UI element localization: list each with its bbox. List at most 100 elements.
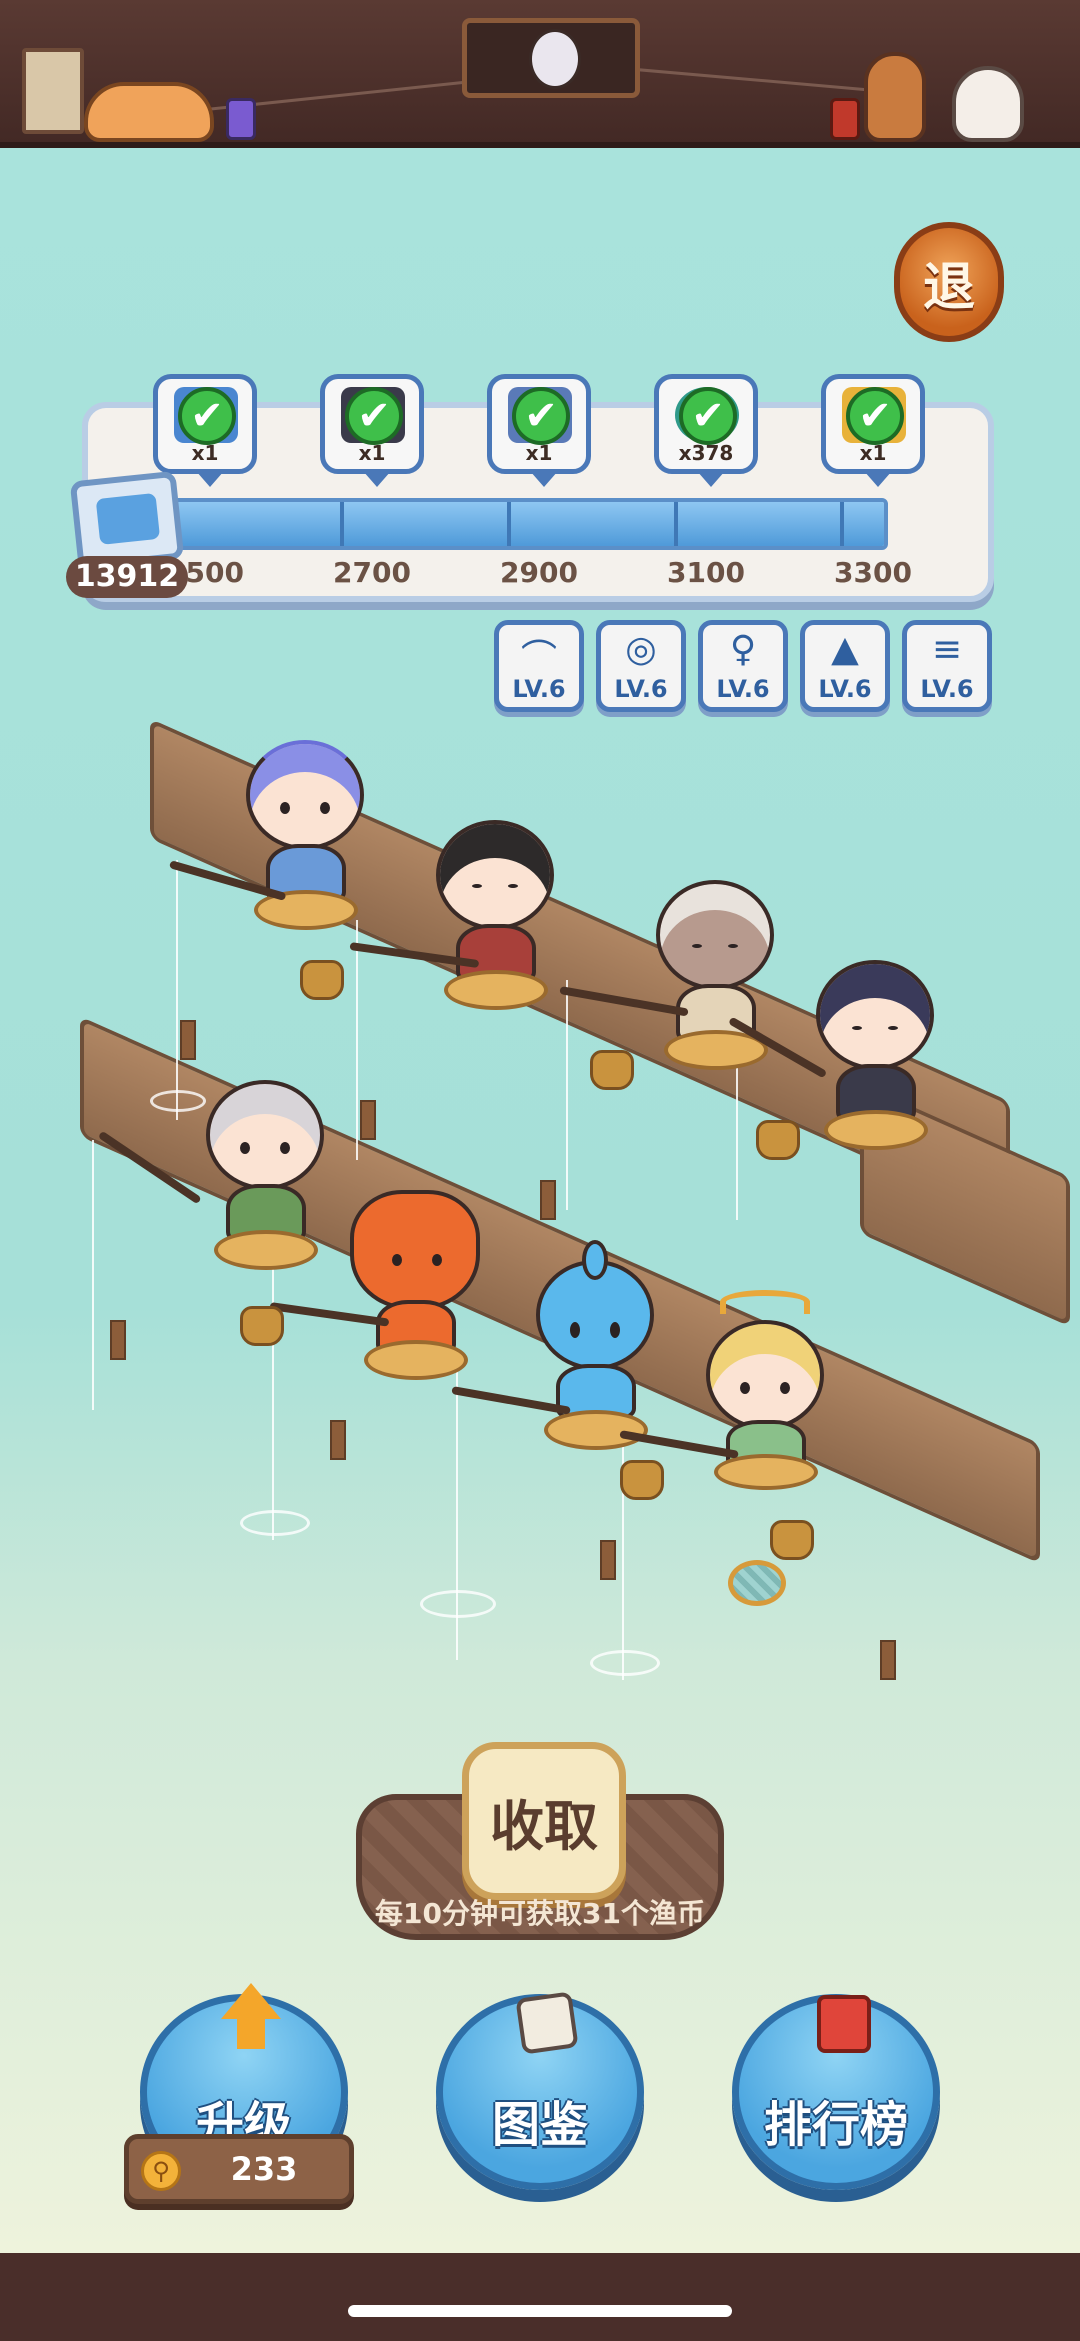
reward-count: x378 [678, 441, 734, 465]
hanging-scroll-icon [22, 48, 84, 134]
girl-character-icon [864, 52, 926, 142]
equip-hook[interactable]: ♀ LV.6 [698, 620, 788, 712]
jar-prop [300, 960, 344, 1000]
lantern-icon [830, 98, 860, 140]
reel-icon: ◎ [625, 629, 657, 670]
equip-level: LV.6 [920, 675, 974, 703]
milestone-label: 2700 [333, 556, 411, 589]
dock-post [180, 1020, 196, 1060]
collect-label: 收取 [490, 1794, 598, 1858]
fisher-character-hat[interactable] [800, 960, 950, 1150]
reward-count: x1 [358, 441, 386, 465]
milestone-progress-bar [170, 498, 888, 550]
milestone-reward[interactable]: ✔ x378 [654, 374, 758, 487]
fisher-character-orange-cat[interactable] [340, 1190, 490, 1380]
milestone-reward[interactable]: ✔ x1 [487, 374, 591, 487]
fishing-line [176, 860, 178, 1120]
fisher-character-grey-hair[interactable] [190, 1080, 340, 1270]
fishing-line [356, 920, 358, 1160]
sleeping-cat-icon [84, 82, 214, 142]
segment-divider [507, 502, 511, 546]
ranking-button[interactable]: 排行榜 [732, 1994, 940, 2190]
fishing-rod-icon: ⌒ [520, 638, 557, 679]
equip-level: LV.6 [614, 675, 668, 703]
milestone-reward[interactable]: ✔ x1 [153, 374, 257, 487]
dock-post [600, 1540, 616, 1580]
catalog-button[interactable]: 图鉴 [436, 1991, 644, 2190]
check-icon: ✔ [178, 387, 236, 445]
exit-button[interactable]: 退 [894, 222, 1004, 342]
collect-rate-note: 每10分钟可获取31个渔币 [375, 1897, 705, 1930]
fisher-character-blonde[interactable] [690, 1290, 840, 1490]
rope-decoration [620, 66, 880, 93]
milestone-reward[interactable]: ✔ x1 [320, 374, 424, 487]
equip-reel[interactable]: ◎ LV.6 [596, 620, 686, 712]
equip-hat[interactable]: ▲ LV.6 [800, 620, 890, 712]
stool-icon: ≡ [931, 629, 963, 670]
dock-post [330, 1420, 346, 1460]
dock-post [540, 1180, 556, 1220]
exit-label: 退 [922, 257, 975, 318]
up-arrow-icon [213, 1983, 289, 2049]
fisher-character-purple-hair[interactable] [230, 740, 380, 930]
water-ripple [240, 1510, 310, 1536]
equip-level: LV.6 [818, 675, 872, 703]
fishing-dock-scene [0, 718, 1080, 1740]
fish-coin-icon: ⚲ [141, 2151, 181, 2191]
dock-post [360, 1100, 376, 1140]
rainbow-icon [720, 1290, 810, 1314]
ranking-board-icon [805, 1991, 881, 2055]
upgrade-cost: ⚲ 233 [124, 2134, 354, 2204]
top-bar [0, 0, 1080, 148]
lantern-icon [226, 98, 256, 140]
collect-button[interactable]: 收取 [462, 1742, 626, 1900]
equip-stool[interactable]: ≡ LV.6 [902, 620, 992, 712]
jar-prop [240, 1306, 284, 1346]
fish-scroll-icon [509, 1989, 585, 2055]
upgrade-cost-amount: 233 [230, 2150, 298, 2188]
equip-level: LV.6 [716, 675, 770, 703]
check-icon: ✔ [679, 387, 737, 445]
fisher-character-dark-hair[interactable] [420, 820, 570, 1010]
fishing-net-icon [728, 1560, 786, 1606]
white-cat-icon [952, 66, 1024, 142]
progress-fill [174, 502, 884, 546]
catalog-label: 图鉴 [491, 2097, 588, 2153]
water-ripple [590, 1650, 660, 1676]
hook-icon: ♀ [729, 629, 757, 670]
fishing-line [566, 980, 568, 1210]
check-icon: ✔ [345, 387, 403, 445]
home-indicator[interactable] [348, 2305, 732, 2317]
fishing-line [622, 1420, 624, 1680]
jar-prop [756, 1120, 800, 1160]
segment-divider [840, 502, 844, 546]
equip-rod[interactable]: ⌒ LV.6 [494, 620, 584, 712]
hat-icon: ▲ [831, 629, 859, 670]
water-ripple [420, 1590, 496, 1618]
segment-divider [674, 502, 678, 546]
dock-post [110, 1320, 126, 1360]
jar-prop [620, 1460, 664, 1500]
jar-prop [770, 1520, 814, 1560]
equip-level: LV.6 [512, 675, 566, 703]
bottom-bar [0, 2253, 1080, 2341]
reward-count: x1 [859, 441, 887, 465]
milestone-label: 2900 [500, 556, 578, 589]
fishing-line [272, 1250, 274, 1540]
fisher-character-blue-bunny[interactable] [520, 1240, 670, 1450]
reward-count: x1 [191, 441, 219, 465]
reward-count: x1 [525, 441, 553, 465]
check-icon: ✔ [846, 387, 904, 445]
glasses-cat-portrait-icon [462, 18, 640, 98]
total-score: 13912 [66, 556, 188, 598]
milestone-label: 3300 [834, 556, 912, 589]
ranking-label: 排行榜 [763, 2097, 908, 2153]
fishing-line [92, 1140, 94, 1410]
jar-prop [590, 1050, 634, 1090]
check-icon: ✔ [512, 387, 570, 445]
fish-coin-ticket-icon [69, 470, 185, 570]
milestone-reward[interactable]: ✔ x1 [821, 374, 925, 487]
milestone-label: 3100 [667, 556, 745, 589]
segment-divider [340, 502, 344, 546]
dock-post [880, 1640, 896, 1680]
